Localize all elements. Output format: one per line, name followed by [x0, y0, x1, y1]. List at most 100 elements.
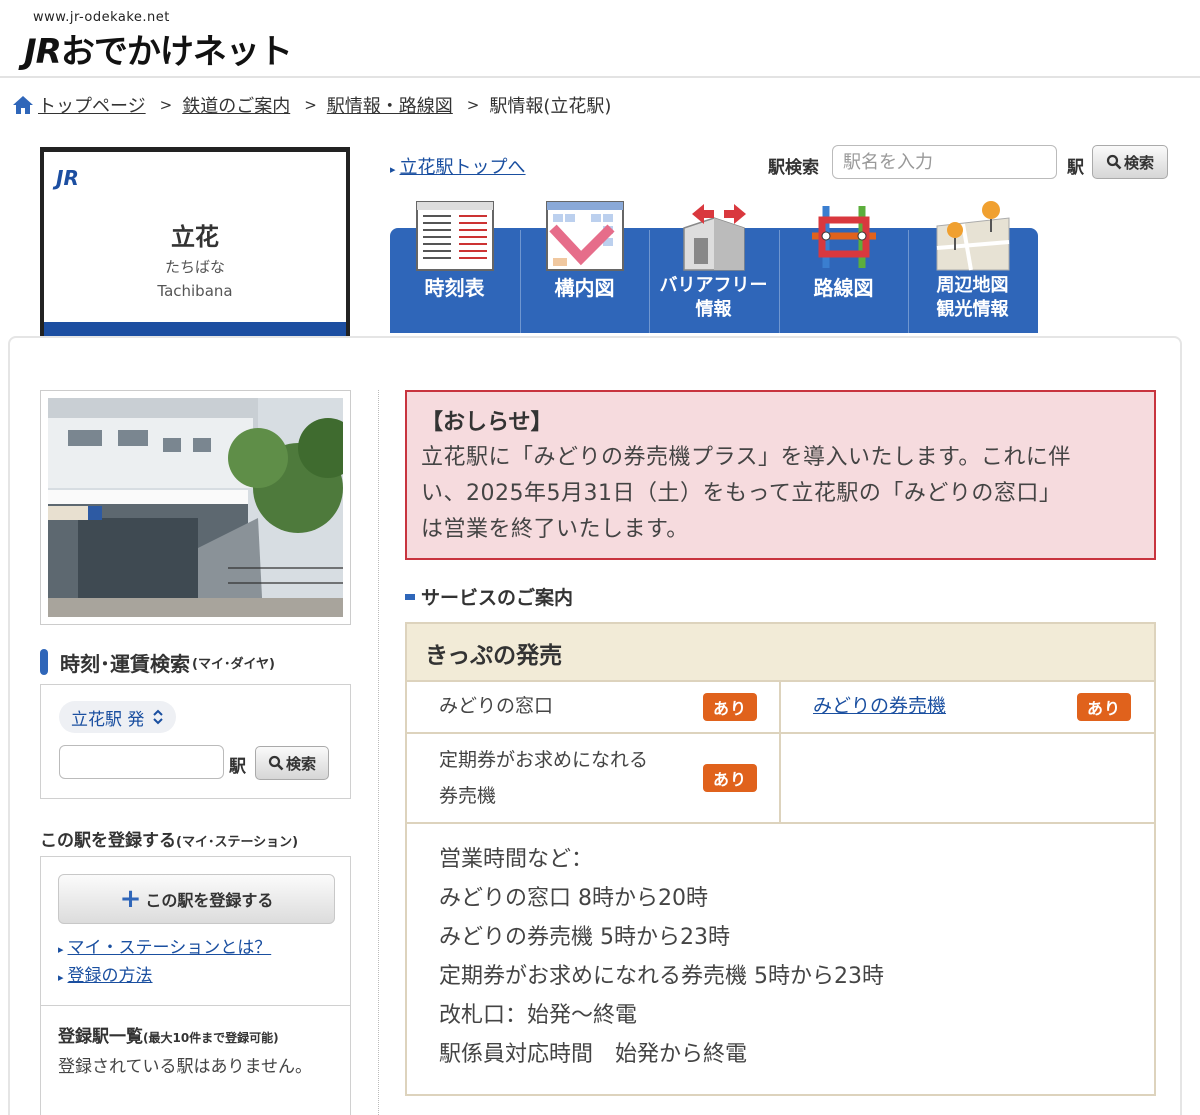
register-subtitle: (マイ･ステーション)	[176, 835, 299, 850]
logo-url: www.jr-odekake.net	[33, 10, 170, 25]
fare-search-subtitle: (マイ･ダイヤ)	[192, 656, 275, 672]
station-search-input[interactable]	[832, 145, 1057, 179]
breadcrumb-separator: >	[304, 96, 317, 114]
departure-value: 立花駅 発	[71, 709, 145, 730]
teiki-machine-line2: 券売機	[439, 785, 497, 807]
station-sign: JR 立花 たちばな Tachibana	[40, 147, 350, 357]
home-icon[interactable]	[12, 95, 34, 115]
logo-jr: JR	[24, 32, 62, 72]
route-map-icon	[812, 206, 876, 268]
fare-search-button-label: 検索	[285, 754, 316, 773]
notice-box: 【おしらせ】 立花駅に「みどりの券売機プラス」を導入いたします。これに伴 い、2…	[405, 390, 1156, 560]
station-photo	[40, 390, 351, 625]
service-heading-label: サービスのご案内	[421, 587, 574, 609]
search-button-label: 検索	[1123, 153, 1154, 172]
arrow-right-icon: ▸	[390, 163, 396, 176]
tab-area-map[interactable]: 周辺地図 観光情報	[908, 190, 1037, 333]
fare-search-box: 立花駅 発 駅 検索	[40, 684, 351, 799]
tab-label: 構内図	[554, 276, 615, 300]
arrow-right-icon: ▸	[58, 943, 64, 956]
hours-line: みどりの窓口 8時から20時	[439, 886, 708, 911]
service-heading: サービスのご案内	[405, 583, 573, 610]
tab-label: 路線図	[813, 276, 874, 300]
station-roman: Tachibana	[157, 282, 233, 300]
station-search-suffix: 駅	[1067, 158, 1084, 178]
tab-timetable[interactable]: 時刻表	[390, 190, 519, 333]
tab-station-map[interactable]: 構内図	[520, 190, 649, 333]
site-logo[interactable]: JRおでかけネット	[24, 24, 293, 73]
jr-logo: JR	[56, 166, 79, 190]
area-map-icon	[936, 201, 1010, 271]
midori-window-label: みどりの窓口	[439, 695, 554, 717]
registered-list-title-sub: (最大10件まで登録可能)	[143, 1031, 279, 1045]
station-kana: たちばな	[164, 258, 225, 276]
logo-text: おでかけネット	[60, 32, 293, 72]
register-heading: この駅を登録する(マイ･ステーション)	[40, 826, 298, 851]
station-search-label: 駅検索	[768, 158, 819, 178]
station-map-icon	[546, 201, 624, 271]
plus-icon: +	[119, 884, 142, 914]
register-title: この駅を登録する	[40, 831, 176, 851]
notice-line: い、2025年5月31日（土）をもって立花駅の「みどりの窓口」	[421, 481, 1062, 506]
tab-label-line2: 観光情報	[936, 299, 1009, 320]
link-label: 登録の方法	[67, 966, 153, 986]
column-divider	[378, 390, 379, 1115]
my-station-about-link[interactable]: ▸ マイ・ステーションとは？	[58, 933, 271, 958]
notice-title: 【おしらせ】	[421, 410, 553, 435]
midori-machine-link[interactable]: みどりの券売機	[813, 695, 946, 717]
fare-search-button[interactable]: 検索	[255, 746, 329, 780]
tab-route-map[interactable]: 路線図	[779, 190, 908, 333]
notice-line: 立花駅に「みどりの券売機プラス」を導入いたします。これに伴	[421, 445, 1071, 470]
midori-window-badge: あり	[703, 693, 757, 721]
register-button-label: この駅を登録する	[145, 891, 274, 910]
tab-label: 時刻表	[424, 276, 485, 300]
fare-search-heading: 時刻･運賃検索 (マイ･ダイヤ)	[40, 648, 275, 676]
notice-body: 立花駅に「みどりの券売機プラス」を導入いたします。これに伴 い、2025年5月3…	[421, 440, 1140, 548]
register-howto-link[interactable]: ▸ 登録の方法	[58, 961, 153, 986]
breadcrumb-station-info[interactable]: 駅情報・路線図	[327, 92, 453, 118]
table-row: 定期券がお求めになれる 券売機 あり	[407, 734, 1154, 824]
teiki-machine-line1: 定期券がお求めになれる	[439, 749, 649, 771]
table-row: みどりの窓口 あり みどりの券売機 あり	[407, 682, 1154, 734]
station-search-button[interactable]: 検索	[1092, 145, 1168, 179]
hours-line: 定期券がお求めになれる券売機 5時から23時	[439, 964, 884, 989]
midori-machine-badge: あり	[1077, 693, 1131, 721]
arrow-right-icon: ▸	[58, 971, 64, 984]
station-top-link[interactable]: ▸ 立花駅トップへ	[390, 153, 526, 179]
registered-list-empty: 登録されている駅はありません。	[58, 1057, 312, 1077]
barrier-free-icon	[683, 204, 746, 271]
tab-barrier-free[interactable]: バリアフリー 情報	[649, 190, 778, 333]
link-label: マイ・ステーションとは？	[67, 938, 272, 958]
register-box: + この駅を登録する ▸ マイ・ステーションとは？ ▸ 登録の方法	[40, 856, 351, 1006]
site-header: www.jr-odekake.net JRおでかけネット	[0, 0, 1200, 78]
breadcrumb-railway[interactable]: 鉄道のご案内	[182, 92, 290, 118]
hours-line: 改札口：始発～終電	[439, 1003, 638, 1028]
breadcrumb-current: 駅情報(立花駅)	[489, 96, 612, 117]
hours-line: みどりの券売機 5時から23時	[439, 925, 730, 950]
registered-list-title-main: 登録駅一覧	[58, 1027, 143, 1047]
breadcrumb-separator: >	[466, 96, 480, 114]
registered-list-box: 登録駅一覧(最大10件まで登録可能) 登録されている駅はありません。	[40, 1005, 351, 1115]
notice-line: は営業を終了いたします。	[421, 517, 689, 542]
destination-input[interactable]	[59, 745, 224, 779]
updown-chevron-icon	[153, 709, 164, 725]
register-station-button[interactable]: + この駅を登録する	[58, 874, 335, 924]
fare-search-title: 時刻･運賃検索	[60, 651, 190, 676]
station-top-link-label: 立花駅トップへ	[399, 157, 526, 178]
tab-label: バリアフリー 情報	[649, 274, 778, 322]
teiki-machine-label: 定期券がお求めになれる 券売機	[439, 742, 648, 814]
station-building-image	[48, 398, 343, 617]
business-hours: 営業時間など： みどりの窓口 8時から20時 みどりの券売機 5時から23時 定…	[439, 840, 884, 1074]
breadcrumb-top[interactable]: トップページ	[38, 92, 146, 118]
tab-label-line1: バリアフリー	[659, 275, 768, 296]
timetable-icon	[416, 201, 494, 271]
station-nav-tabs: 時刻表 構内図 バリアフリー 情報 路線図 周辺地図 観光情報	[390, 190, 1038, 333]
ticket-sales-table: きっぷの発売 みどりの窓口 あり みどりの券売機 あり 定期券がお求めになれる …	[405, 622, 1156, 1096]
station-name: 立花	[171, 223, 219, 251]
tab-label-line2: 情報	[695, 299, 732, 320]
search-icon	[268, 755, 284, 771]
departure-select[interactable]: 立花駅 発	[59, 701, 177, 733]
tab-label: 周辺地図 観光情報	[908, 274, 1037, 322]
destination-suffix: 駅	[229, 757, 246, 777]
ticket-sales-heading: きっぷの発売	[407, 624, 1154, 682]
